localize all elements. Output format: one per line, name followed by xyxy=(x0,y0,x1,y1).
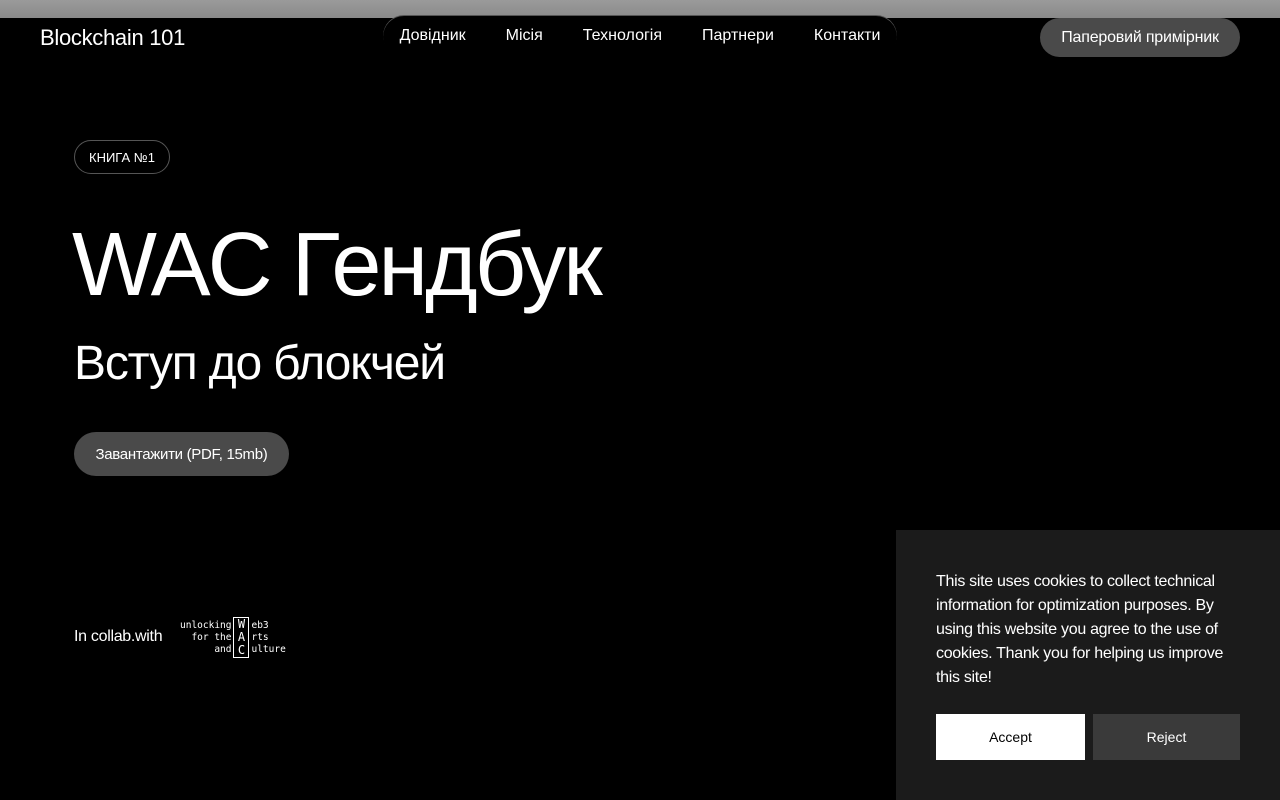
reject-cookies-button[interactable]: Reject xyxy=(1093,714,1240,760)
cookie-actions: Accept Reject xyxy=(936,714,1240,760)
book-badge: КНИГА №1 xyxy=(74,140,170,174)
wac-logo[interactable]: unlocking for the and W A C eb3 rts ultu… xyxy=(180,617,286,658)
nav-link-guide[interactable]: Довідник xyxy=(400,27,466,45)
wac-logo-box: W A C xyxy=(233,617,250,658)
wac-logo-line: rts xyxy=(251,632,269,643)
page-title: WAC Гендбук xyxy=(72,215,603,315)
wac-logo-right: eb3 rts ulture xyxy=(251,617,285,656)
nav-link-technology[interactable]: Технологія xyxy=(583,27,662,45)
wac-logo-line: unlocking xyxy=(180,620,232,631)
cookie-banner: This site uses cookies to collect techni… xyxy=(896,530,1280,800)
paper-copy-button[interactable]: Паперовий примірник xyxy=(1040,18,1240,57)
wac-logo-line: and xyxy=(214,644,232,655)
wac-logo-line: ulture xyxy=(251,644,286,655)
brand-logo[interactable]: Blockchain 101 xyxy=(40,25,185,51)
collab-label: In collab.with xyxy=(74,628,163,645)
main-nav: Довідник Місія Технологія Партнери Конта… xyxy=(383,27,897,45)
wac-logo-line: for the xyxy=(191,632,232,643)
wac-logo-letter: C xyxy=(237,643,246,657)
wac-logo-left: unlocking for the and xyxy=(180,617,231,656)
cookie-text: This site uses cookies to collect techni… xyxy=(936,573,1224,686)
accept-cookies-button[interactable]: Accept xyxy=(936,714,1085,760)
nav-link-contacts[interactable]: Контакти xyxy=(814,27,881,45)
download-pdf-button[interactable]: Завантажити (PDF, 15mb) xyxy=(74,432,289,476)
nav-link-partners[interactable]: Партнери xyxy=(702,27,774,45)
nav-link-mission[interactable]: Місія xyxy=(506,27,543,45)
wac-logo-line: eb3 xyxy=(251,620,269,631)
page-subtitle: Вступ до блокчей xyxy=(74,337,446,390)
